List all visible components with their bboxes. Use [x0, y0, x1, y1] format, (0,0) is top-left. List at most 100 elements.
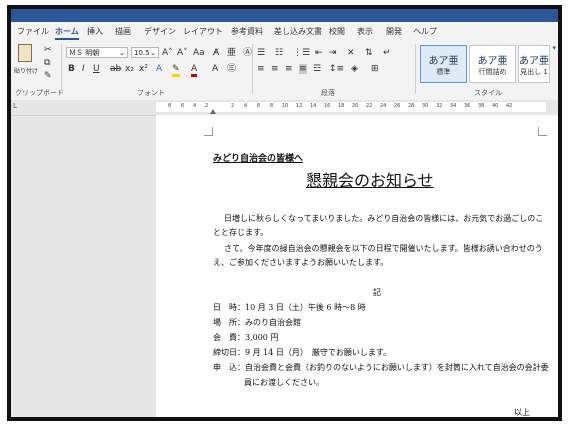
font-size-combo[interactable]: 10.5 ⌄	[131, 47, 159, 58]
font-color-icon[interactable]: A	[191, 64, 198, 77]
ruler-number: 6	[181, 103, 185, 109]
doc-paragraph-line: さて、今年度の緑自治会の懇親会を以下の日程で開催いたします。皆様お誘い合わせのう	[224, 244, 543, 253]
ruler-number: 4	[193, 103, 197, 109]
style-preview: あア亜	[428, 56, 459, 67]
enclose-char-icon[interactable]: Ⓐ	[243, 48, 252, 58]
horizontal-ruler[interactable]: 8 6 4 2 2 4 6 8 10 12 14 16 18 20 22 24 …	[11, 100, 558, 116]
shrink-font-icon[interactable]: A˅	[177, 48, 188, 58]
tab-layout[interactable]: レイアウト	[183, 26, 223, 37]
grow-font-icon[interactable]: A˄	[162, 48, 173, 58]
ribbon: 貼り付け ✂ ⧉ ✎ クリップボード ＭＳ 明朝 ⌄ 10.5 ⌄ A˄ A˅ Aa…	[11, 40, 558, 101]
style-label: 行間詰め	[478, 68, 507, 76]
distributed-icon[interactable]: ☲	[313, 64, 321, 74]
multilevel-list-icon[interactable]: ⋮☰	[293, 48, 310, 58]
group-divider	[415, 44, 416, 94]
clipboard-icon	[18, 44, 32, 62]
style-no-spacing[interactable]: あア亜 行間詰め	[469, 45, 516, 83]
bullets-icon[interactable]: ☰	[257, 48, 265, 58]
doc-detail-fee: 会 費：3,000 円	[213, 333, 279, 342]
shading-icon[interactable]: ◈	[351, 64, 358, 74]
tab-view[interactable]: 表示	[357, 26, 373, 37]
char-shading-icon[interactable]: A	[212, 64, 218, 74]
style-heading-1[interactable]: あア亜 見出し 1	[518, 45, 550, 83]
tab-references[interactable]: 参考資料	[231, 26, 263, 37]
indent-marker-icon[interactable]	[210, 109, 216, 114]
decrease-indent-icon[interactable]: ⇤	[315, 48, 323, 58]
ruler-number: 24	[380, 103, 387, 109]
doc-addressee: みどり自治会の皆様へ	[213, 154, 304, 164]
ruler-number: 18	[338, 103, 345, 109]
italic-icon[interactable]: I	[82, 64, 85, 74]
tab-developer[interactable]: 開発	[386, 26, 402, 37]
margin-corner-mark	[538, 127, 547, 136]
tab-help[interactable]: ヘルプ	[413, 26, 437, 37]
enclose-char-icon-2[interactable]: ㊂	[227, 64, 236, 74]
cut-icon[interactable]: ✂	[44, 45, 52, 55]
ruler-number: 20	[352, 103, 359, 109]
title-bar	[11, 9, 558, 22]
paste-label: 貼り付け	[14, 68, 39, 75]
font-name-combo[interactable]: ＭＳ 明朝 ⌄	[66, 47, 128, 58]
tab-mailings[interactable]: 差し込み文書	[274, 26, 322, 37]
styles-more-icon[interactable]: ▾	[552, 44, 556, 52]
line-spacing-icon[interactable]: ↕≡	[329, 64, 344, 74]
change-case-icon[interactable]: Aa	[193, 48, 205, 58]
format-painter-icon[interactable]: ✎	[44, 71, 52, 81]
align-left-icon[interactable]: ≡	[257, 64, 265, 74]
doc-title: 懇親会のお知らせ	[306, 171, 434, 190]
clipboard-group-label: クリップボード	[15, 89, 64, 97]
text-effects-icon[interactable]: A	[156, 64, 162, 74]
tab-selector-icon[interactable]: L	[13, 102, 17, 110]
ribbon-tab-bar: ファイル ホーム 挿入 描画 デザイン レイアウト 参考資料 差し込み文書 校閲…	[11, 22, 558, 40]
phonetic-guide-icon[interactable]: 亜	[227, 48, 236, 58]
align-right-icon[interactable]: ≡	[285, 64, 293, 74]
chevron-down-icon: ⌄	[150, 49, 156, 57]
ruler-number: 32	[436, 103, 443, 109]
copy-icon[interactable]: ⧉	[44, 58, 50, 68]
document-page[interactable]: みどり自治会の皆様へ 懇親会のお知らせ 日増しに秋らしくなってまいりました。みど…	[156, 115, 558, 417]
ruler-number: 12	[296, 103, 303, 109]
doc-paragraph-line: 日増しに秋らしくなってまいりました。みどり自治会の皆様には、お元気でお過ごしのこ	[224, 214, 544, 223]
align-center-icon[interactable]: ≡	[271, 64, 279, 74]
strikethrough-icon[interactable]: ab	[110, 64, 121, 74]
doc-paragraph-line: え、ご参加くださいますようお願いいたします。	[213, 258, 389, 267]
superscript-icon[interactable]: x²	[139, 64, 148, 74]
style-preview: あア亜	[477, 56, 508, 67]
increase-indent-icon[interactable]: ⇥	[329, 48, 337, 58]
doc-closing: 以上	[514, 408, 530, 417]
word-window: ファイル ホーム 挿入 描画 デザイン レイアウト 参考資料 差し込み文書 校閲…	[7, 5, 562, 421]
ruler-number: 6	[257, 103, 261, 109]
bold-icon[interactable]: B	[68, 64, 75, 74]
show-marks-icon[interactable]: ↵	[383, 48, 391, 58]
highlight-icon[interactable]: ✎	[172, 64, 180, 77]
group-divider	[61, 44, 62, 94]
tab-review[interactable]: 校閲	[329, 26, 345, 37]
doc-paragraph-line: とと存じます。	[213, 228, 269, 237]
ruler-number: 14	[310, 103, 317, 109]
tab-file[interactable]: ファイル	[17, 26, 49, 37]
group-divider	[252, 44, 253, 94]
sort-icon[interactable]: ⇅	[365, 48, 373, 58]
clear-format-icon[interactable]: A̸	[213, 48, 219, 58]
paste-button[interactable]: 貼り付け	[14, 44, 40, 84]
ruler-number: 34	[450, 103, 457, 109]
ruler-number: 16	[324, 103, 331, 109]
tab-home[interactable]: ホーム	[55, 26, 79, 40]
style-normal[interactable]: あア亜 標準	[420, 45, 467, 83]
borders-icon[interactable]: ⊞	[371, 64, 379, 74]
justify-icon[interactable]: ≡	[299, 64, 307, 74]
ruler-number: 8	[168, 103, 172, 109]
ruler-number: 42	[506, 103, 513, 109]
styles-group-label: スタイル	[474, 89, 502, 97]
tab-insert[interactable]: 挿入	[87, 26, 103, 37]
numbering-icon[interactable]: ☷	[275, 48, 283, 58]
underline-icon[interactable]: U	[93, 64, 100, 74]
subscript-icon[interactable]: x₂	[125, 64, 134, 74]
tab-draw[interactable]: 描画	[115, 26, 131, 37]
font-name-value: ＭＳ 明朝	[69, 49, 100, 57]
font-size-value: 10.5	[134, 49, 150, 57]
style-label: 見出し 1	[520, 68, 548, 76]
ruler-number: 2	[231, 103, 235, 109]
asian-layout-icon[interactable]: ✕	[347, 48, 355, 58]
tab-design[interactable]: デザイン	[144, 26, 176, 37]
